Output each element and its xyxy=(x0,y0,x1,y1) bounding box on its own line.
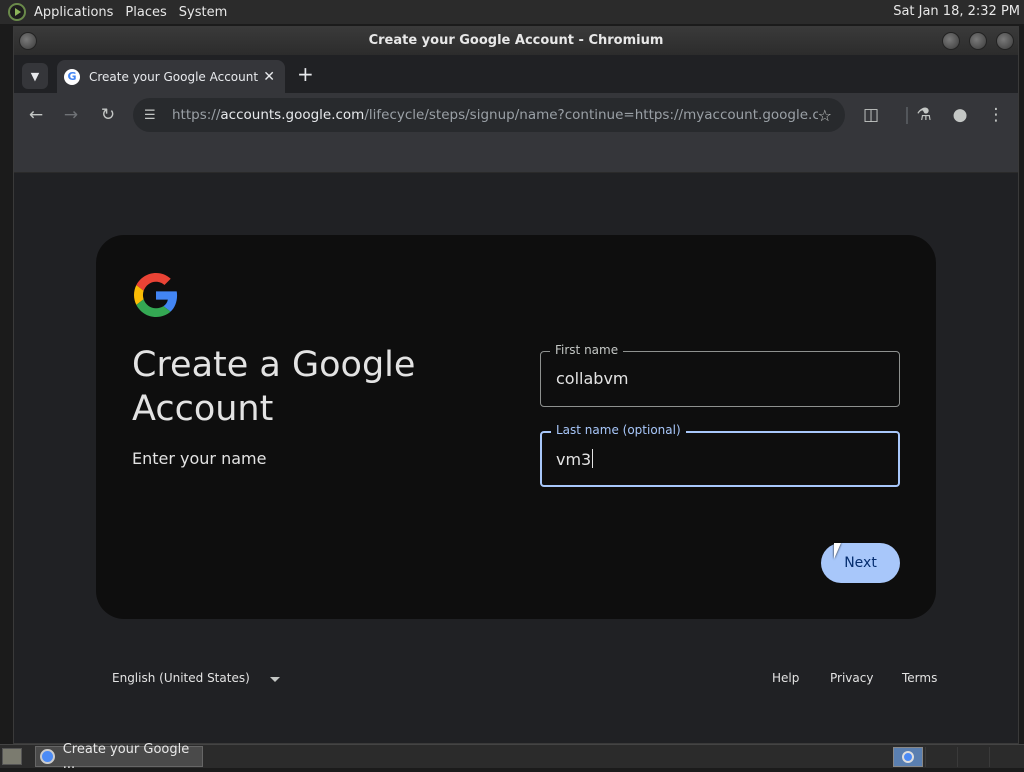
forward-icon[interactable]: → xyxy=(59,103,83,127)
workspace-3[interactable] xyxy=(957,747,987,767)
chromium-icon xyxy=(40,749,55,764)
privacy-link[interactable]: Privacy xyxy=(830,671,873,685)
dropdown-arrow-icon[interactable] xyxy=(270,677,280,682)
next-button[interactable]: Next xyxy=(821,543,900,583)
system-menu[interactable]: System xyxy=(175,5,235,20)
last-name-value: vm3 xyxy=(556,450,592,469)
page-subtitle: Enter your name xyxy=(132,449,267,468)
close-window-icon[interactable] xyxy=(996,32,1014,50)
window-title: Create your Google Account - Chromium xyxy=(368,33,664,48)
window-titlebar[interactable]: Create your Google Account - Chromium xyxy=(14,27,1018,55)
first-name-label: First name xyxy=(550,343,624,357)
page-footer: English (United States) Help Privacy Ter… xyxy=(112,669,937,689)
workspace-2[interactable] xyxy=(925,747,955,767)
url-host: accounts.google.com xyxy=(220,107,365,123)
bookmark-star-icon[interactable]: ☆ xyxy=(818,106,832,125)
reload-icon[interactable]: ↻ xyxy=(96,103,120,127)
last-name-label: Last name (optional) xyxy=(551,423,686,437)
mouse-pointer-icon xyxy=(834,543,841,559)
extensions-icon[interactable]: ◫ xyxy=(859,103,883,127)
profile-avatar-icon[interactable]: ● xyxy=(948,103,972,127)
places-menu[interactable]: Places xyxy=(121,5,174,20)
text-caret xyxy=(592,449,594,468)
applications-menu[interactable]: Applications xyxy=(30,5,121,20)
top-panel: Applications Places System Sat Jan 18, 2… xyxy=(0,0,1024,24)
page-content: Create a Google Account Enter your name … xyxy=(14,175,1018,743)
tab-title: Create your Google Account xyxy=(89,69,259,84)
last-name-field[interactable]: Last name (optional) vm3 xyxy=(540,423,900,487)
tab-close-icon[interactable]: ✕ xyxy=(263,69,275,85)
address-bar[interactable]: ☰ https://accounts.google.com/lifecycle/… xyxy=(133,98,845,132)
show-desktop-icon[interactable] xyxy=(2,748,22,765)
first-name-value[interactable]: collabvm xyxy=(556,369,629,388)
workspace-switcher[interactable] xyxy=(893,747,923,767)
clock[interactable]: Sat Jan 18, 2:32 PM xyxy=(893,0,1020,24)
bookmark-bar xyxy=(14,137,1018,173)
maximize-icon[interactable] xyxy=(969,32,987,50)
tab-create-account[interactable]: G Create your Google Account ✕ xyxy=(57,60,285,93)
menu-dots-icon[interactable]: ⋮ xyxy=(984,103,1008,127)
signup-card: Create a Google Account Enter your name … xyxy=(96,235,936,619)
labs-flask-icon[interactable]: ⚗ xyxy=(912,103,936,127)
url-path: /lifecycle/steps/signup/name?continue=ht… xyxy=(364,107,818,123)
help-link[interactable]: Help xyxy=(772,671,799,685)
browser-toolbar: ← → ↻ ☰ https://accounts.google.com/life… xyxy=(14,93,1018,137)
minimize-icon[interactable] xyxy=(942,32,960,50)
last-name-input[interactable]: vm3 xyxy=(556,449,594,469)
window-menu-icon[interactable] xyxy=(19,32,37,50)
site-info-icon[interactable]: ☰ xyxy=(144,108,160,123)
first-name-field[interactable]: First name collabvm xyxy=(540,343,900,407)
taskbar-item-label: Create your Google ... xyxy=(62,741,190,772)
tab-search-chevron-icon[interactable]: ▼ xyxy=(22,63,48,89)
language-selector[interactable]: English (United States) xyxy=(112,671,250,685)
back-icon[interactable]: ← xyxy=(24,103,48,127)
distro-logo-icon[interactable] xyxy=(8,3,26,21)
workspace-4[interactable] xyxy=(989,747,1019,767)
chromium-tray-icon xyxy=(902,751,914,763)
new-tab-icon[interactable]: + xyxy=(297,64,314,84)
bottom-taskbar: Create your Google ... xyxy=(0,742,1024,772)
url-text[interactable]: https://accounts.google.com/lifecycle/st… xyxy=(172,107,818,123)
taskbar-item-chromium[interactable]: Create your Google ... xyxy=(35,742,203,772)
terms-link[interactable]: Terms xyxy=(902,671,937,685)
google-favicon-icon: G xyxy=(64,68,80,85)
url-prefix: https:// xyxy=(172,107,221,123)
browser-window: Create your Google Account - Chromium ▼ … xyxy=(13,26,1019,744)
google-logo-icon xyxy=(134,273,178,317)
page-title: Create a Google Account xyxy=(132,345,416,429)
tab-strip: ▼ G Create your Google Account ✕ + xyxy=(14,55,1018,93)
